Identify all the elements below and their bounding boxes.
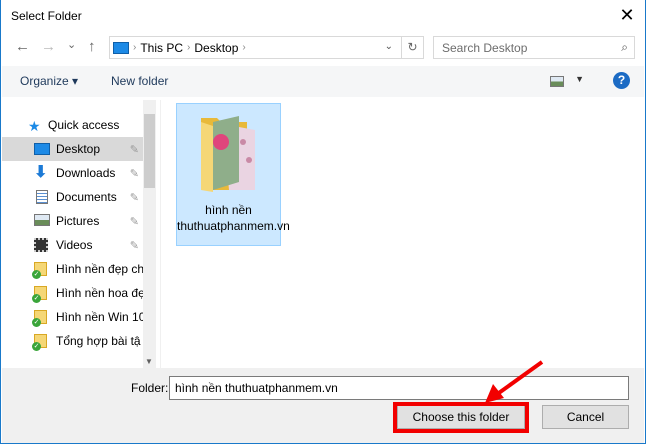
pin-icon[interactable]: ✎	[130, 239, 139, 252]
sidebar-item-label: Hình nền đẹp ch	[56, 262, 143, 276]
folder-item-label: hình nền thuthuatphanmem.vn	[177, 203, 290, 233]
desktop-icon	[34, 142, 50, 156]
pin-icon[interactable]: ✎	[130, 215, 139, 228]
sidebar-item-label: Quick access	[48, 118, 120, 132]
address-bar[interactable]: › This PC › Desktop › ⌄ ↻	[109, 36, 424, 59]
organize-button[interactable]: Organize ▾	[20, 74, 78, 88]
pin-icon[interactable]: ✎	[130, 167, 139, 180]
toolbar: Organize ▾ New folder ▼ ?	[2, 66, 644, 97]
sidebar-item-label: Videos	[56, 238, 93, 252]
search-input[interactable]: Search Desktop ⌕	[433, 36, 635, 59]
folder-icon: ✓	[32, 310, 50, 327]
view-options-icon[interactable]	[550, 76, 564, 87]
sidebar-item-label: Documents	[56, 190, 117, 204]
sidebar-item-downloads[interactable]: ⬇ Downloads ✎	[2, 161, 143, 185]
sidebar-quick-access[interactable]: ★ Quick access	[2, 113, 143, 137]
pane-divider[interactable]	[160, 100, 161, 368]
downloads-icon: ⬇	[34, 164, 48, 181]
chevron-down-icon[interactable]: ▼	[575, 74, 584, 84]
sidebar-item-label: Hình nền Win 10	[56, 310, 143, 324]
recent-locations-button[interactable]: ⌄	[67, 38, 76, 51]
folder-icon: ✓	[32, 334, 50, 351]
close-button[interactable]: ✕	[613, 2, 641, 28]
forward-button[interactable]: →	[41, 38, 56, 55]
highlight-box	[393, 402, 529, 433]
folder-item-selected[interactable]: hình nền thuthuatphanmem.vn	[176, 103, 290, 246]
select-folder-dialog: Select Folder ✕ ← → ⌄ ↑ .navbtn{top:38px…	[0, 0, 646, 444]
chevron-right-icon: ›	[133, 42, 137, 53]
sidebar-item-documents[interactable]: Documents ✎	[2, 185, 143, 209]
scrollbar-thumb[interactable]	[144, 114, 155, 188]
folder-icon: ✓	[32, 262, 50, 279]
sidebar-item-h-nh-n-n-p-ch[interactable]: ✓ Hình nền đẹp ch	[2, 257, 143, 281]
chevron-right-icon: ›	[187, 42, 191, 53]
sidebar-item-t-ng-h-p-b-i-t-[interactable]: ✓ Tổng hợp bài tậ	[2, 329, 143, 353]
help-button[interactable]: ?	[613, 72, 630, 89]
breadcrumb-desktop[interactable]: Desktop	[194, 41, 238, 55]
folder-input[interactable]: hình nền thuthuatphanmem.vn	[169, 376, 629, 400]
star-icon: ★	[28, 118, 41, 134]
pin-icon[interactable]: ✎	[130, 143, 139, 156]
videos-icon	[34, 238, 50, 252]
folder-icon: ✓	[32, 286, 50, 303]
navigation-scrollbar[interactable]: ▼	[143, 100, 156, 368]
chevron-right-icon: ›	[242, 42, 246, 53]
up-button[interactable]: ↑	[88, 38, 96, 55]
sidebar-item-label: Desktop	[56, 142, 101, 156]
sidebar-item-videos[interactable]: Videos ✎	[2, 233, 143, 257]
sidebar-item-pictures[interactable]: Pictures ✎	[2, 209, 143, 233]
sidebar-item-label: Tổng hợp bài tậ	[56, 334, 141, 348]
address-dropdown-icon[interactable]: ⌄	[385, 41, 393, 52]
sidebar-item-label: Pictures	[56, 214, 100, 228]
scroll-down-icon[interactable]: ▼	[145, 357, 153, 366]
search-icon: ⌕	[621, 40, 628, 54]
sidebar-item-label: Hình nền hoa đẹ	[56, 286, 143, 300]
sidebar-item-h-nh-n-n-win-10[interactable]: ✓ Hình nền Win 10	[2, 305, 143, 329]
refresh-button[interactable]: ↻	[401, 37, 423, 58]
sidebar-item-label: Downloads	[56, 166, 116, 180]
new-folder-button[interactable]: New folder	[111, 74, 168, 88]
breadcrumb-this-pc[interactable]: This PC	[140, 41, 183, 55]
search-placeholder: Search Desktop	[442, 41, 528, 55]
navigation-pane: ★ Quick access Desktop ✎ ⬇ Downloads ✎ Documen…	[2, 100, 156, 368]
sidebar-item-h-nh-n-n-hoa-[interactable]: ✓ Hình nền hoa đẹ	[2, 281, 143, 305]
this-pc-icon	[113, 41, 129, 54]
pictures-icon	[34, 214, 50, 228]
back-button[interactable]: ←	[15, 38, 30, 55]
window-title: Select Folder	[11, 9, 82, 23]
cancel-button[interactable]: Cancel	[542, 405, 629, 429]
pin-icon[interactable]: ✎	[130, 191, 139, 204]
folder-with-images-icon	[201, 116, 255, 192]
folder-label: Folder:	[131, 381, 169, 395]
documents-icon	[34, 190, 50, 204]
sidebar-item-desktop[interactable]: Desktop ✎	[2, 137, 143, 161]
